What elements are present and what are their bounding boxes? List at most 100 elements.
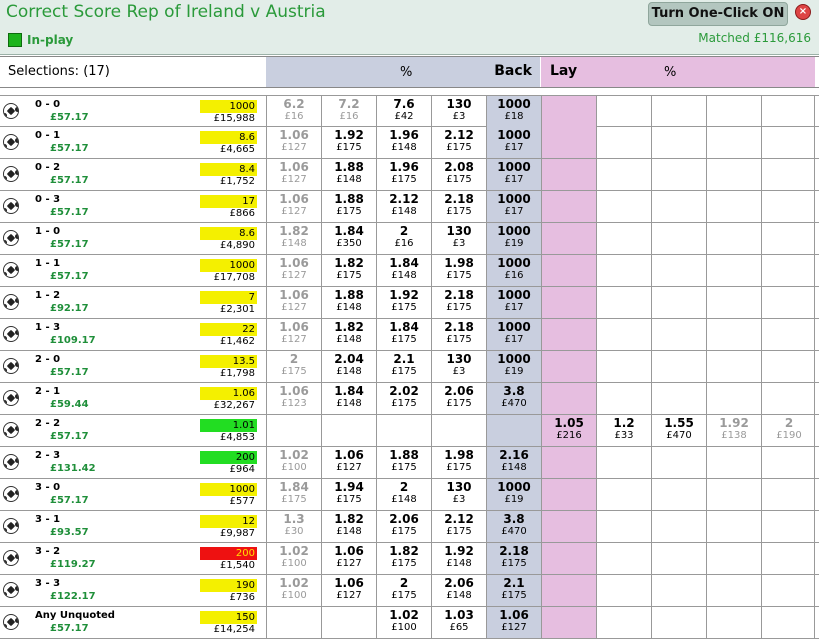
back-price-cell[interactable]: 1.82 £148 [321,511,376,542]
back-price-cell[interactable]: 1000 £18 [486,96,541,127]
lay-price-cell[interactable] [761,543,816,574]
back-price-cell[interactable]: 1000 £19 [486,479,541,510]
lay-price-cell[interactable] [651,351,706,382]
back-price-cell[interactable]: 1.88 £148 [321,287,376,318]
selection-name[interactable]: 0 - 3 [35,194,60,205]
lay-price-cell[interactable] [596,159,651,190]
lay-price-cell[interactable] [761,127,816,158]
lay-price-cell[interactable] [706,351,761,382]
lay-price-cell[interactable] [596,191,651,222]
back-price-cell[interactable]: 1.84 £148 [321,383,376,414]
lay-price-cell[interactable] [706,191,761,222]
back-price-cell[interactable]: 2 £175 [376,575,431,606]
back-price-cell[interactable]: 1.88 £175 [376,447,431,478]
back-price-cell[interactable]: 2.08 £175 [431,159,486,190]
back-price-cell[interactable]: 1.82 £148 [321,319,376,350]
back-price-cell[interactable]: 1.84 £148 [376,255,431,286]
back-price-cell[interactable]: 1.06 £127 [266,159,321,190]
lay-price-cell[interactable] [706,255,761,286]
back-price-cell[interactable]: 1.3 £30 [266,511,321,542]
back-price-cell[interactable]: 2 £148 [376,479,431,510]
lay-price-cell[interactable] [541,191,596,222]
back-price-cell[interactable] [376,415,431,446]
back-price-cell[interactable]: 2.18 £175 [431,319,486,350]
lay-price-cell[interactable] [596,511,651,542]
selection-name[interactable]: 3 - 0 [35,482,60,493]
lay-price-cell[interactable] [596,607,651,638]
lay-price-cell[interactable] [761,319,816,350]
selection-name[interactable]: 1 - 3 [35,322,60,333]
back-price-cell[interactable]: 2.18 £175 [486,543,541,574]
lay-price-cell[interactable] [706,223,761,254]
lay-price-cell[interactable] [541,255,596,286]
lay-price-cell[interactable] [761,511,816,542]
selection-name[interactable]: 3 - 2 [35,546,60,557]
lay-price-cell[interactable] [541,96,596,127]
lay-price-cell[interactable] [761,575,816,606]
back-price-cell[interactable]: 2.06 £148 [431,575,486,606]
back-price-cell[interactable]: 1000 £19 [486,223,541,254]
back-price-cell[interactable]: 1.96 £175 [376,159,431,190]
lay-price-cell[interactable] [651,255,706,286]
lay-price-cell[interactable] [596,575,651,606]
lay-price-cell[interactable] [706,127,761,158]
back-price-cell[interactable]: 1000 £16 [486,255,541,286]
back-price-cell[interactable]: 2.1 £175 [376,351,431,382]
lay-price-cell[interactable] [541,607,596,638]
lay-price-cell[interactable] [651,127,706,158]
lay-price-cell[interactable] [541,383,596,414]
lay-price-cell[interactable]: 2 £190 [761,415,816,446]
back-price-cell[interactable]: 1.98 £175 [431,447,486,478]
lay-price-cell[interactable] [706,479,761,510]
lay-price-cell[interactable] [541,159,596,190]
back-price-cell[interactable] [321,415,376,446]
lay-price-cell[interactable] [706,319,761,350]
back-price-cell[interactable]: 1.06 £123 [266,383,321,414]
back-price-cell[interactable]: 2.06 £175 [431,383,486,414]
back-price-cell[interactable] [431,415,486,446]
back-price-cell[interactable]: 1.92 £148 [431,543,486,574]
lay-price-cell[interactable] [541,447,596,478]
back-price-cell[interactable]: 1.82 £175 [321,255,376,286]
back-price-cell[interactable]: 2.12 £175 [431,127,486,158]
lay-price-cell[interactable] [596,255,651,286]
back-price-cell[interactable]: 1.92 £175 [321,127,376,158]
back-price-cell[interactable]: 1000 £17 [486,319,541,350]
lay-price-cell[interactable] [706,287,761,318]
back-price-cell[interactable]: 1000 £17 [486,127,541,158]
back-price-cell[interactable]: 3.8 £470 [486,511,541,542]
back-price-cell[interactable]: 3.8 £470 [486,383,541,414]
back-price-cell[interactable] [266,607,321,638]
selection-name[interactable]: 1 - 1 [35,258,60,269]
back-price-cell[interactable]: 1.06 £127 [266,127,321,158]
lay-price-cell[interactable] [651,511,706,542]
lay-price-cell[interactable] [596,127,651,158]
back-price-cell[interactable]: 1.84 £175 [376,319,431,350]
lay-price-cell[interactable] [761,223,816,254]
back-price-cell[interactable]: 2.18 £175 [431,191,486,222]
selection-name[interactable]: 3 - 3 [35,578,60,589]
lay-price-cell[interactable] [651,287,706,318]
back-price-cell[interactable]: 1.88 £175 [321,191,376,222]
lay-price-cell[interactable] [761,479,816,510]
close-icon[interactable]: × [795,4,811,20]
back-price-cell[interactable]: 2 £175 [266,351,321,382]
back-price-cell[interactable]: 1.06 £127 [266,287,321,318]
back-price-cell[interactable]: 2.06 £175 [376,511,431,542]
back-price-cell[interactable]: 1000 £17 [486,287,541,318]
lay-price-cell[interactable] [596,96,651,127]
lay-price-cell[interactable] [651,191,706,222]
lay-price-cell[interactable] [651,223,706,254]
lay-price-cell[interactable] [651,96,706,127]
selection-name[interactable]: 0 - 1 [35,130,60,141]
back-price-cell[interactable]: 1000 £17 [486,159,541,190]
back-price-cell[interactable]: 1.03 £65 [431,607,486,638]
back-price-cell[interactable] [266,415,321,446]
back-price-cell[interactable] [321,607,376,638]
back-price-cell[interactable]: 7.2 £16 [321,96,376,127]
lay-price-cell[interactable] [706,543,761,574]
back-price-cell[interactable]: 1.06 £127 [486,607,541,638]
lay-price-cell[interactable] [596,383,651,414]
lay-price-cell[interactable]: 1.05 £216 [541,415,596,446]
selection-name[interactable]: 1 - 2 [35,290,60,301]
